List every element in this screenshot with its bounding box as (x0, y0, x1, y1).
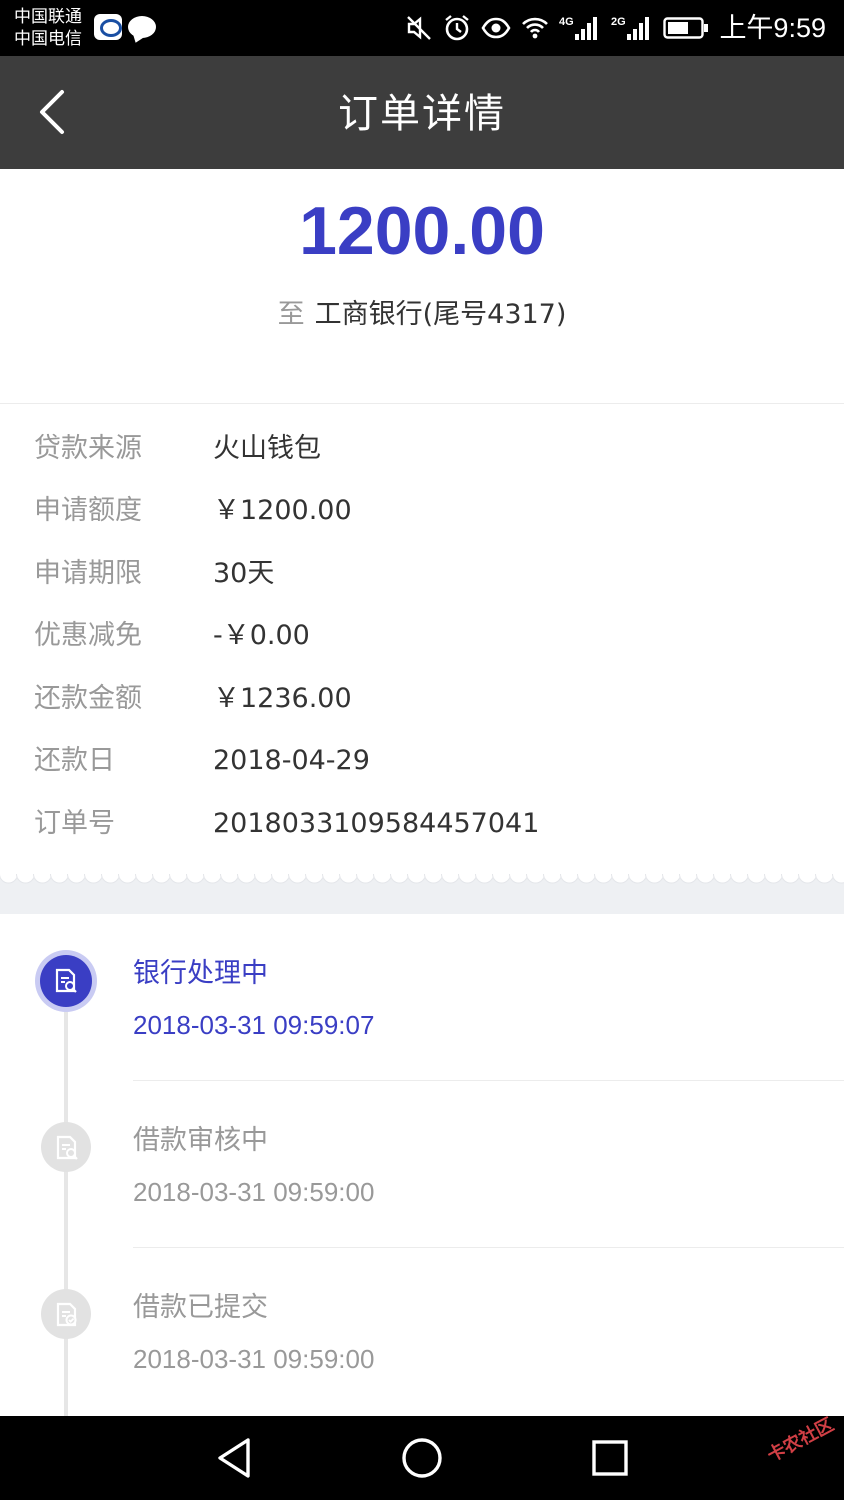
amount-summary: 1200.00 至工商银行(尾号4317) (0, 169, 844, 404)
carrier-1: 中国联通 (14, 7, 82, 27)
status-icons: 4G 2G 上午9:59 (405, 10, 826, 46)
detail-row: 申请期限 30天 (0, 554, 844, 594)
detail-row: 订单号 2018033109584457041 (0, 804, 844, 844)
signal-4g-icon: 4G (559, 16, 598, 40)
destination-account: 至工商银行(尾号4317) (0, 297, 844, 333)
detail-value: ￥1236.00 (213, 683, 352, 714)
document-search-icon (41, 1122, 91, 1172)
detail-value: 2018-04-29 (213, 745, 370, 776)
detail-label: 还款金额 (34, 683, 142, 714)
detail-label: 贷款来源 (34, 433, 142, 464)
document-search-icon (40, 955, 92, 1007)
document-check-icon (41, 1289, 91, 1339)
navigation-bar: 卡农社区 (0, 1414, 844, 1500)
detail-label: 申请额度 (34, 495, 142, 526)
timeline-status: 借款审核中 (133, 1125, 268, 1156)
scalloped-edge (0, 874, 844, 888)
detail-value: -￥0.00 (213, 620, 310, 651)
loan-amount: 1200.00 (299, 193, 545, 269)
watermark-logo: 卡农社区 (763, 1414, 838, 1467)
detail-value: 2018033109584457041 (213, 808, 540, 839)
timeline-time: 2018-03-31 09:59:00 (133, 1177, 375, 1207)
notification-icons (94, 14, 156, 40)
detail-value: 30天 (213, 558, 275, 589)
detail-row: 申请额度 ￥1200.00 (0, 491, 844, 531)
eye-icon (481, 17, 511, 39)
timeline-item: 银行处理中 2018-03-31 09:59:07 (0, 914, 844, 1081)
timeline-status: 借款已提交 (133, 1292, 268, 1323)
order-details: 贷款来源 火山钱包 申请额度 ￥1200.00 申请期限 30天 优惠减免 -￥… (0, 405, 844, 880)
timeline-status: 银行处理中 (133, 958, 268, 989)
alarm-icon (445, 15, 470, 41)
title-bar: 订单详情 (0, 56, 844, 169)
mute-icon (407, 16, 432, 40)
detail-row: 贷款来源 火山钱包 (0, 429, 844, 469)
square-recents-icon (592, 1440, 628, 1476)
battery-icon (663, 17, 709, 39)
nav-recents-button[interactable] (586, 1434, 634, 1482)
svg-text:4G: 4G (559, 16, 574, 28)
detail-label: 订单号 (34, 808, 115, 839)
detail-row: 还款金额 ￥1236.00 (0, 679, 844, 719)
nav-home-button[interactable] (398, 1434, 446, 1482)
detail-label: 还款日 (34, 745, 115, 776)
detail-value: ￥1200.00 (213, 495, 352, 526)
app-notification-icon (94, 14, 122, 40)
timeline-time: 2018-03-31 09:59:00 (133, 1344, 375, 1374)
timeline-item: 借款审核中 2018-03-31 09:59:00 (0, 1081, 844, 1248)
wifi-icon (522, 17, 549, 39)
timeline-item: 借款已提交 2018-03-31 09:59:00 (0, 1248, 844, 1415)
detail-row: 还款日 2018-04-29 (0, 741, 844, 781)
destination-prefix: 至 (277, 299, 305, 330)
detail-value: 火山钱包 (213, 433, 321, 464)
message-icon (128, 16, 156, 38)
circle-home-icon (402, 1438, 442, 1478)
timeline-time: 2018-03-31 09:59:07 (133, 1010, 375, 1040)
status-time: 上午9:59 (719, 13, 826, 43)
detail-row: 优惠减免 -￥0.00 (0, 616, 844, 656)
signal-2g-icon: 2G (611, 16, 650, 40)
status-bar: 中国联通 中国电信 4G 2G 上午9:59 (0, 0, 844, 56)
nav-back-button[interactable] (210, 1434, 258, 1482)
triangle-back-icon (218, 1438, 250, 1478)
destination-bank: 工商银行(尾号4317) (314, 299, 567, 330)
carrier-names: 中国联通 中国电信 (14, 6, 82, 50)
detail-label: 申请期限 (34, 558, 142, 589)
detail-label: 优惠减免 (34, 620, 142, 651)
order-timeline: 银行处理中 2018-03-31 09:59:07 借款审核中 2018-03-… (0, 914, 844, 1416)
svg-text:2G: 2G (611, 16, 626, 28)
carrier-2: 中国电信 (14, 29, 82, 49)
page-title: 订单详情 (338, 91, 506, 137)
